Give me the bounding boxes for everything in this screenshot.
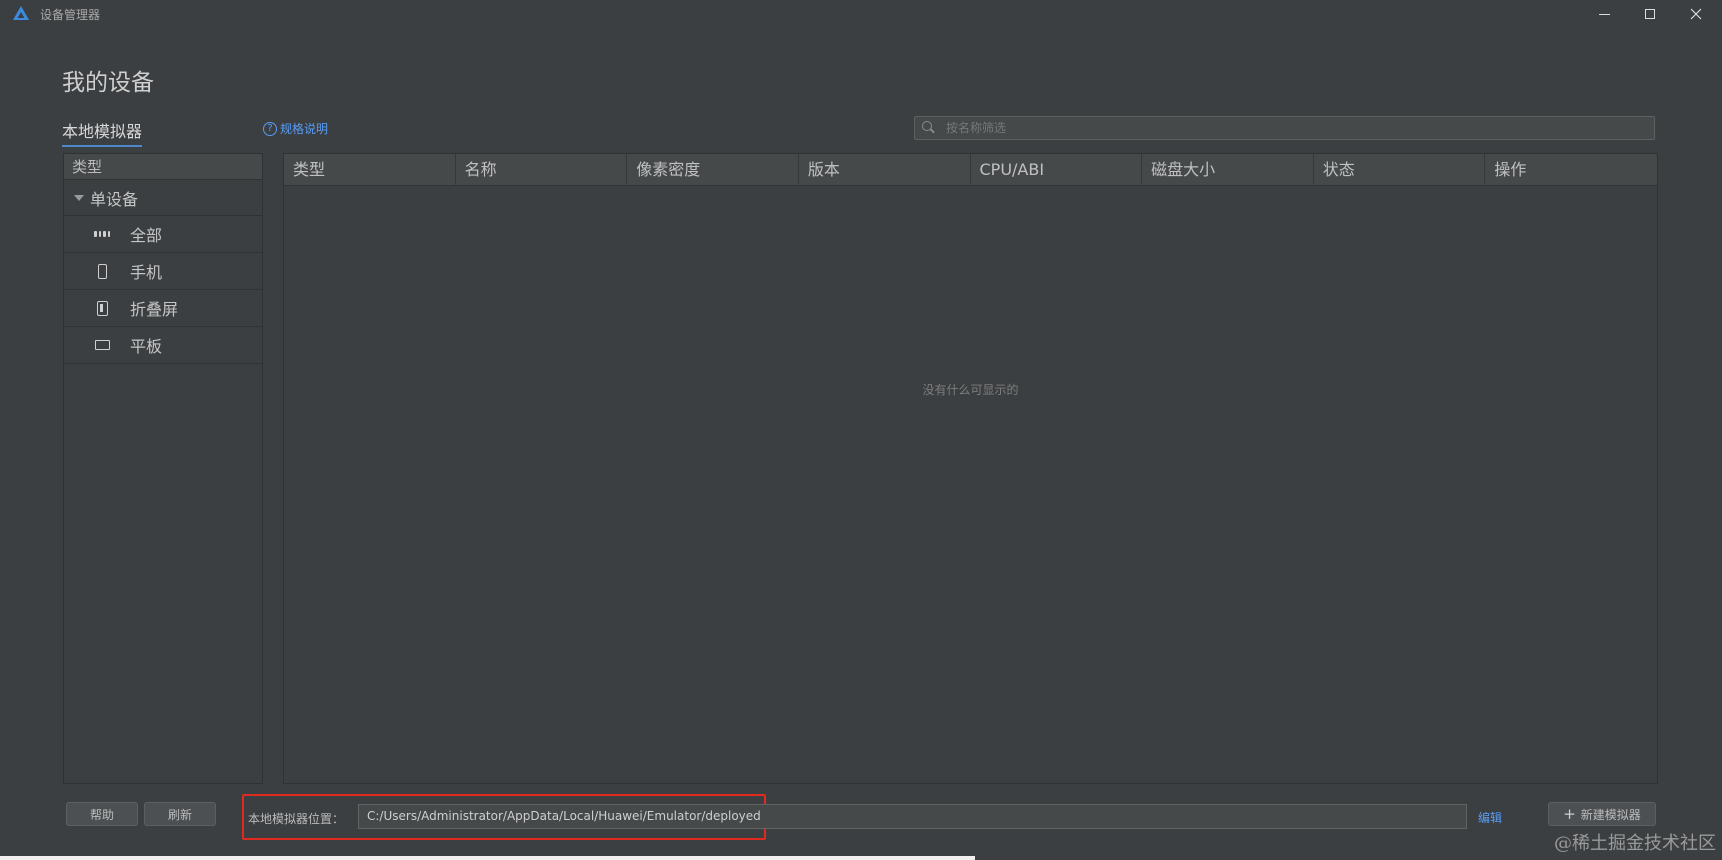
device-table: 类型 名称 像素密度 版本 CPU/ABI 磁盘大小 状态 操作 没有什么可显示…	[283, 153, 1658, 784]
bottom-strip	[0, 856, 975, 860]
table-header: 类型 名称 像素密度 版本 CPU/ABI 磁盘大小 状态 操作	[284, 154, 1657, 186]
column-header-actions[interactable]: 操作	[1485, 154, 1657, 186]
edit-link[interactable]: 编辑	[1478, 809, 1502, 826]
column-header-cpu-abi[interactable]: CPU/ABI	[971, 154, 1143, 186]
column-header-disk-size[interactable]: 磁盘大小	[1142, 154, 1314, 186]
type-item-label: 平板	[130, 337, 163, 356]
expand-triangle-icon	[74, 194, 84, 201]
group-label: 单设备	[90, 189, 139, 209]
maximize-button[interactable]	[1627, 0, 1673, 28]
window-title: 设备管理器	[40, 8, 101, 22]
refresh-button[interactable]: 刷新	[144, 802, 216, 826]
column-header-type[interactable]: 类型	[284, 154, 456, 186]
type-item-label: 折叠屏	[130, 300, 179, 319]
location-label: 本地模拟器位置：	[248, 812, 345, 826]
app-logo-icon	[13, 6, 29, 20]
empty-table-message: 没有什么可显示的	[922, 383, 1019, 397]
column-header-status[interactable]: 状态	[1314, 154, 1486, 186]
spec-link[interactable]: ? 规格说明	[263, 120, 328, 137]
minimize-icon	[1598, 13, 1610, 15]
type-item-all[interactable]: 全部	[64, 216, 262, 253]
phone-icon	[94, 263, 110, 279]
foldable-icon	[94, 300, 110, 316]
group-single-device[interactable]: 单设备	[64, 180, 262, 216]
minimize-button[interactable]	[1581, 0, 1627, 28]
help-circle-icon: ?	[263, 121, 277, 136]
column-header-density[interactable]: 像素密度	[627, 154, 799, 186]
page-title: 我的设备	[62, 70, 154, 96]
type-item-phone[interactable]: 手机	[64, 253, 262, 290]
type-panel-header: 类型	[64, 154, 262, 180]
type-item-label: 全部	[130, 226, 163, 245]
type-item-label: 手机	[130, 263, 163, 282]
new-emulator-button[interactable]: + 新建模拟器	[1548, 802, 1656, 826]
close-button[interactable]	[1673, 0, 1719, 28]
spec-link-label: 规格说明	[280, 122, 329, 136]
type-item-foldable[interactable]: 折叠屏	[64, 290, 262, 327]
location-path-field[interactable]: C:/Users/Administrator/AppData/Local/Hua…	[358, 804, 1467, 829]
close-icon	[1690, 8, 1702, 20]
type-panel: 类型 单设备 全部 手机 折叠屏 平板	[63, 153, 263, 784]
new-emulator-label: 新建模拟器	[1580, 807, 1641, 822]
maximize-icon	[1645, 9, 1655, 19]
help-button[interactable]: 帮助	[66, 802, 138, 826]
title-bar: 设备管理器	[0, 0, 1722, 28]
plus-icon: +	[1563, 805, 1576, 823]
search-box[interactable]	[914, 116, 1655, 140]
watermark: @稀土掘金技术社区	[1554, 833, 1716, 854]
column-header-version[interactable]: 版本	[799, 154, 971, 186]
search-input[interactable]	[946, 121, 1626, 135]
grid-icon	[94, 226, 110, 242]
tablet-icon	[94, 337, 110, 353]
type-item-tablet[interactable]: 平板	[64, 327, 262, 364]
tab-local-emulator[interactable]: 本地模拟器	[62, 118, 143, 147]
search-icon	[922, 121, 936, 135]
column-header-name[interactable]: 名称	[456, 154, 628, 186]
